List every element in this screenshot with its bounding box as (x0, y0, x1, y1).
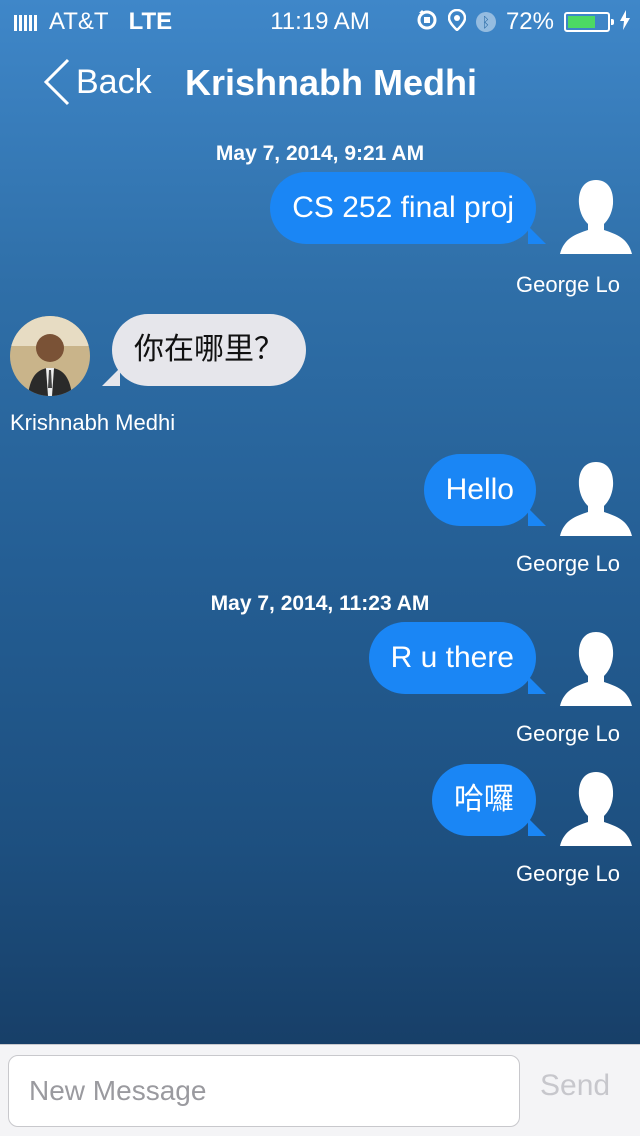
new-message-input[interactable] (8, 1055, 520, 1127)
battery-icon (564, 12, 614, 32)
timestamp: May 7, 2014, 9:21 AM (215, 142, 425, 165)
back-label: Back (76, 62, 152, 101)
back-button[interactable]: Back (40, 56, 152, 108)
charging-icon (620, 9, 630, 35)
message-bubble-outgoing[interactable]: CS 252 final proj (270, 172, 546, 244)
timestamp: May 7, 2014, 11:23 AM (210, 592, 430, 615)
conversation-title: Krishnabh Medhi (185, 62, 478, 103)
message-bubble-outgoing[interactable]: 哈囉 (432, 764, 546, 836)
sender-name: Krishnabh Medhi (10, 410, 176, 435)
navigation-bar: Back Krishnabh Medhi (0, 48, 640, 120)
bluetooth-icon: ᛒ (475, 12, 496, 32)
message-bubble-incoming[interactable]: 你在哪里？ (102, 314, 306, 386)
battery-fill (568, 16, 596, 28)
default-avatar-icon (560, 462, 632, 536)
default-avatar-icon (560, 772, 632, 846)
send-button[interactable]: Send (540, 1069, 610, 1103)
sender-name: George Lo (516, 272, 620, 297)
chevron-left-icon (43, 58, 70, 106)
location-icon (447, 8, 467, 36)
message-bubble-outgoing[interactable]: R u there (368, 622, 547, 694)
battery-percent: 72% (505, 8, 554, 35)
rotation-lock-icon (416, 9, 438, 36)
contact-avatar (10, 316, 90, 396)
sender-name: George Lo (516, 861, 620, 886)
default-avatar-icon (560, 632, 632, 706)
status-right: ᛒ 72% (416, 8, 630, 36)
message-bubble-outgoing[interactable]: Hello (423, 454, 547, 526)
status-bar: AT&T LTE 11:19 AM ᛒ 72% (0, 0, 640, 40)
contact-photo (10, 316, 90, 396)
sender-name: George Lo (516, 551, 620, 576)
default-avatar-icon (560, 180, 632, 254)
sender-name: George Lo (516, 721, 620, 746)
message-composer: Send (0, 1044, 640, 1136)
